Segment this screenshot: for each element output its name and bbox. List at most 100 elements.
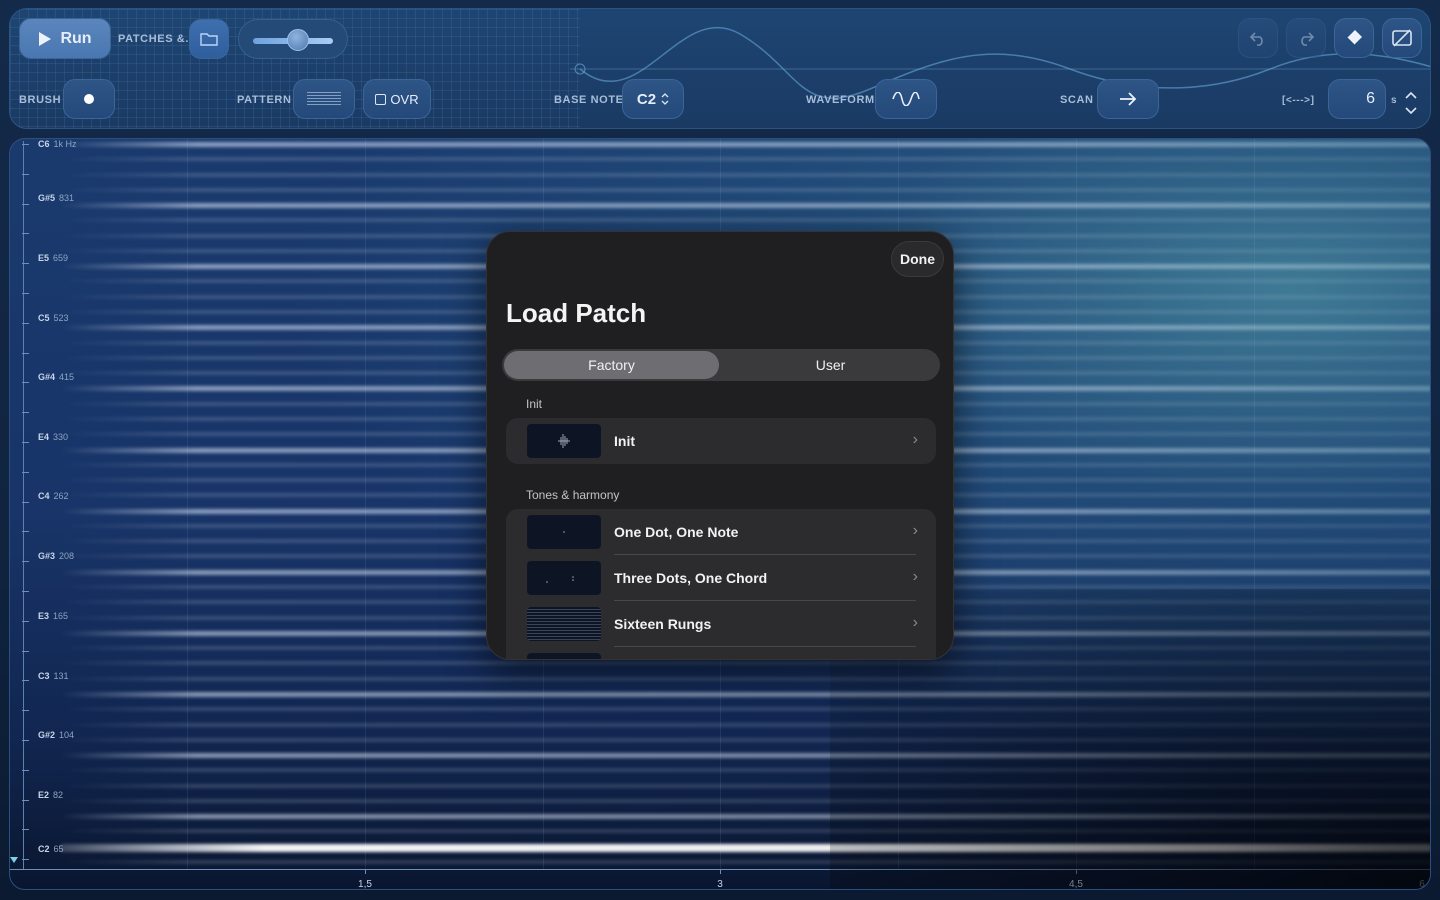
- toggle-overlay-button[interactable]: [1382, 18, 1422, 58]
- brush-button[interactable]: [63, 79, 115, 119]
- harmonic-rung: [60, 707, 1430, 712]
- harmonic-rung: [60, 829, 1430, 834]
- harmonic-rung: [60, 737, 1430, 742]
- note-label: E2 82: [38, 790, 64, 800]
- sine-wave-icon: [892, 92, 920, 106]
- up-down-chevron-icon: [661, 93, 669, 105]
- harmonic-rung: [60, 814, 1430, 820]
- harmonic-rung: [60, 798, 1430, 803]
- harmonic-rung: [60, 157, 1430, 162]
- pattern-button[interactable]: [293, 79, 355, 119]
- harmonic-rung: [60, 218, 1430, 223]
- patch-item-sixteen-rungs[interactable]: Sixteen Rungs ›: [506, 601, 936, 647]
- base-note-label: BASE NOTE: [554, 94, 624, 106]
- eraser-button[interactable]: [1334, 18, 1374, 58]
- frequency-tick: [22, 263, 29, 265]
- chevron-right-icon: ›: [912, 614, 918, 631]
- patch-name: Sixteen Rungs: [614, 616, 712, 632]
- ovr-checkbox[interactable]: [375, 93, 387, 105]
- chevron-up-icon: [1405, 91, 1417, 99]
- frequency-tick: [22, 501, 29, 503]
- frequency-tick: [22, 471, 29, 473]
- range-label: [<--->]: [1282, 95, 1315, 106]
- note-label: G#2 104: [38, 730, 75, 740]
- chevron-right-icon: ›: [912, 522, 918, 539]
- harmonic-rung: [60, 172, 1430, 177]
- note-label: G#4 415: [38, 372, 75, 382]
- frequency-tick: [22, 829, 29, 831]
- patch-name: One Dot, One Note: [614, 524, 739, 540]
- ovr-label: OVR: [390, 91, 419, 107]
- frequency-tick: [22, 859, 29, 861]
- volume-slider[interactable]: [238, 19, 348, 59]
- chevron-down-icon: [1405, 107, 1417, 115]
- note-label: C6 1k Hz: [38, 139, 77, 149]
- harmonic-rung: [60, 203, 1430, 209]
- pattern-label: PATTERN: [237, 94, 292, 106]
- playhead-marker-icon[interactable]: [10, 857, 20, 867]
- patch-thumbnail: [527, 607, 601, 641]
- pattern-preview: [307, 92, 341, 106]
- time-label: 4,5: [1069, 879, 1083, 890]
- scan-direction-button[interactable]: [1097, 79, 1159, 119]
- patch-item-one-dot-one-note[interactable]: One Dot, One Note ›: [506, 509, 936, 555]
- undo-button[interactable]: [1238, 18, 1278, 58]
- frequency-tick: [22, 233, 29, 235]
- note-label: E4 330: [38, 432, 69, 442]
- chevron-right-icon: ›: [912, 568, 918, 585]
- note-label: C3 131: [38, 671, 69, 681]
- redo-icon: [1301, 32, 1315, 46]
- patch-thumbnail: [527, 561, 601, 595]
- run-button-label: Run: [60, 29, 92, 47]
- note-label: E3 165: [38, 611, 69, 621]
- waveform-label: WAVEFORM: [806, 94, 875, 106]
- harmonic-rung: [60, 768, 1430, 773]
- done-button[interactable]: Done: [891, 241, 944, 277]
- run-button[interactable]: Run: [19, 18, 111, 59]
- duration-stepper[interactable]: [1402, 89, 1420, 117]
- harmonic-rung: [60, 691, 1430, 697]
- frequency-tick: [22, 531, 29, 533]
- eraser-icon: [1346, 30, 1362, 46]
- base-note-select[interactable]: C2: [622, 79, 684, 119]
- waveform-button[interactable]: [875, 79, 937, 119]
- tab-user[interactable]: User: [723, 351, 938, 379]
- frequency-tick: [22, 412, 29, 414]
- frequency-tick: [22, 740, 29, 741]
- frequency-tick: [22, 561, 29, 563]
- tab-factory[interactable]: Factory: [504, 351, 719, 379]
- time-label: 1,5: [358, 879, 372, 890]
- patch-name: Init: [614, 433, 635, 449]
- time-tick: [720, 869, 721, 874]
- note-label: C4 262: [38, 491, 69, 501]
- harmonic-rung: [60, 187, 1430, 192]
- patch-item-partial[interactable]: [506, 647, 936, 659]
- patch-item-init[interactable]: Init ›: [506, 418, 936, 464]
- time-tick: [1076, 869, 1077, 874]
- volume-slider-thumb[interactable]: [286, 29, 309, 51]
- section-header-init: Init: [526, 397, 543, 411]
- ovr-toggle[interactable]: OVR: [363, 79, 431, 119]
- harmonic-rung: [60, 783, 1430, 788]
- frequency-tick: [22, 650, 29, 652]
- patch-thumbnail: [527, 653, 601, 659]
- frequency-tick: [22, 680, 29, 682]
- redo-button[interactable]: [1286, 18, 1326, 58]
- patch-thumbnail: [527, 424, 601, 458]
- harmonic-rung: [60, 661, 1430, 666]
- frequency-tick: [22, 322, 29, 324]
- note-label: C5 523: [38, 313, 69, 323]
- patch-item-three-dots-one-chord[interactable]: Three Dots, One Chord ›: [506, 555, 936, 601]
- undo-icon: [1249, 32, 1263, 46]
- frequency-tick: [22, 173, 29, 175]
- patch-name: Three Dots, One Chord: [614, 570, 768, 586]
- scan-label: SCAN: [1060, 94, 1094, 106]
- frequency-tick: [22, 352, 29, 354]
- open-patches-button[interactable]: [189, 19, 229, 59]
- harmonic-rung: [60, 860, 1430, 864]
- time-label: 3: [717, 879, 723, 890]
- duration-field[interactable]: 6: [1328, 79, 1386, 119]
- note-label: G#3 208: [38, 551, 75, 561]
- patches-label[interactable]: PATCHES &.: [118, 33, 189, 45]
- base-note-rung: [60, 844, 1430, 852]
